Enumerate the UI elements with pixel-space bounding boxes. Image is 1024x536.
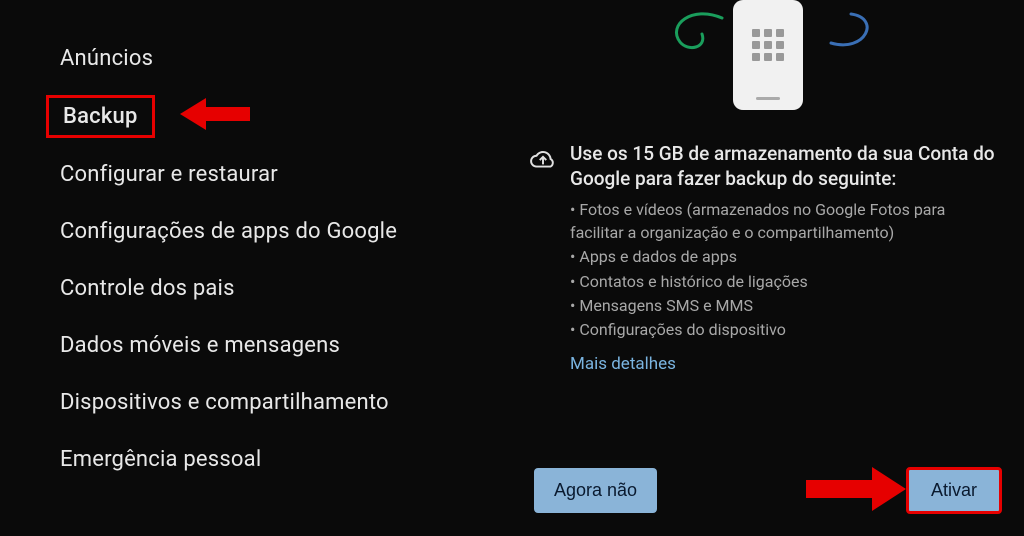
enable-button[interactable]: Ativar: [906, 467, 1002, 514]
annotation-arrow-left-icon: [180, 94, 250, 134]
cloud-upload-icon: [530, 146, 556, 172]
settings-menu-panel: Anúncios Backup Configurar e restaurar C…: [0, 0, 512, 536]
list-item: • Mensagens SMS e MMS: [570, 295, 996, 317]
menu-item-backup[interactable]: Backup: [46, 95, 155, 138]
backup-item-list: • Fotos e vídeos (armazenados no Google …: [570, 199, 996, 341]
menu-item-config-apps-google[interactable]: Configurações de apps do Google: [60, 203, 512, 260]
annotation-arrow-right-icon: [806, 463, 906, 515]
list-item: • Contatos e histórico de ligações: [570, 271, 996, 293]
cloud-swirl-right-icon: [826, 8, 876, 53]
list-item: • Fotos e vídeos (armazenados no Google …: [570, 199, 996, 244]
backup-illustration: [512, 0, 1024, 130]
menu-item-controle-pais[interactable]: Controle dos pais: [60, 260, 512, 317]
menu-item-dispositivos[interactable]: Dispositivos e compartilhamento: [60, 374, 512, 431]
list-item: • Apps e dados de apps: [570, 246, 996, 268]
cloud-swirl-left-icon: [662, 10, 732, 60]
backup-heading: Use os 15 GB de armazenamento da sua Con…: [570, 142, 996, 191]
phone-icon: [733, 0, 803, 110]
skip-button[interactable]: Agora não: [534, 468, 657, 513]
more-details-link[interactable]: Mais detalhes: [570, 354, 996, 374]
list-item: • Configurações do dispositivo: [570, 319, 996, 341]
menu-item-dados-moveis[interactable]: Dados móveis e mensagens: [60, 317, 512, 374]
backup-prompt-panel: Use os 15 GB de armazenamento da sua Con…: [512, 0, 1024, 536]
menu-item-configurar-restaurar[interactable]: Configurar e restaurar: [60, 146, 512, 203]
button-bar: Agora não Ativar: [512, 449, 1024, 536]
backup-info-section: Use os 15 GB de armazenamento da sua Con…: [512, 130, 1024, 449]
menu-item-anuncios[interactable]: Anúncios: [60, 30, 512, 87]
menu-item-emergencia[interactable]: Emergência pessoal: [60, 431, 512, 488]
